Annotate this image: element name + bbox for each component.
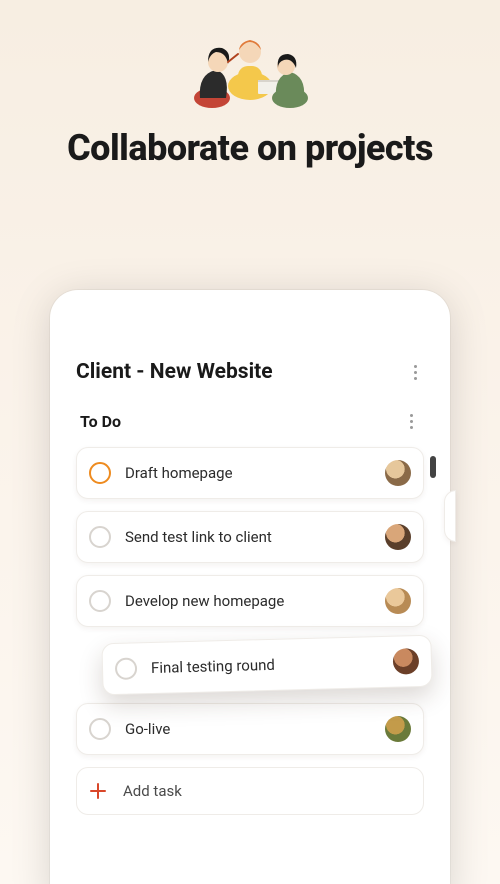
task-label: Final testing round: [151, 653, 385, 677]
task-label: Draft homepage: [125, 464, 377, 482]
page-headline: Collaborate on projects: [0, 128, 500, 169]
task-list: Draft homepage Send test link to client …: [76, 447, 424, 815]
task-checkbox-icon[interactable]: [89, 526, 111, 548]
plus-icon: [89, 782, 107, 800]
app-preview-frame: Client - New Website To Do Draft homepag…: [50, 290, 450, 884]
next-column-peek-card[interactable]: [444, 490, 456, 542]
task-label: Go-live: [125, 720, 377, 738]
column-header: To Do: [76, 412, 424, 431]
column-more-icon[interactable]: [402, 413, 420, 431]
task-card[interactable]: Send test link to client: [76, 511, 424, 563]
task-card[interactable]: Go-live: [76, 703, 424, 755]
assignee-avatar[interactable]: [385, 524, 411, 550]
assignee-avatar[interactable]: [385, 716, 411, 742]
column-title: To Do: [80, 412, 121, 431]
add-task-button[interactable]: Add task: [76, 767, 424, 815]
task-checkbox-icon[interactable]: [89, 590, 111, 612]
next-column-peek-label: [430, 456, 436, 478]
task-card[interactable]: Draft homepage: [76, 447, 424, 499]
assignee-avatar[interactable]: [393, 648, 420, 675]
task-label: Send test link to client: [125, 528, 377, 546]
project-more-icon[interactable]: [406, 363, 424, 381]
project-title: Client - New Website: [76, 360, 273, 384]
assignee-avatar[interactable]: [385, 460, 411, 486]
task-checkbox-icon[interactable]: [115, 657, 138, 680]
task-checkbox-icon[interactable]: [89, 718, 111, 740]
add-task-label: Add task: [123, 782, 182, 800]
task-card[interactable]: Develop new homepage: [76, 575, 424, 627]
task-checkbox-icon[interactable]: [89, 462, 111, 484]
hero-illustration: [170, 18, 330, 118]
project-header: Client - New Website: [76, 360, 424, 384]
task-card-dragging[interactable]: Final testing round: [101, 635, 432, 696]
assignee-avatar[interactable]: [385, 588, 411, 614]
task-label: Develop new homepage: [125, 592, 377, 610]
